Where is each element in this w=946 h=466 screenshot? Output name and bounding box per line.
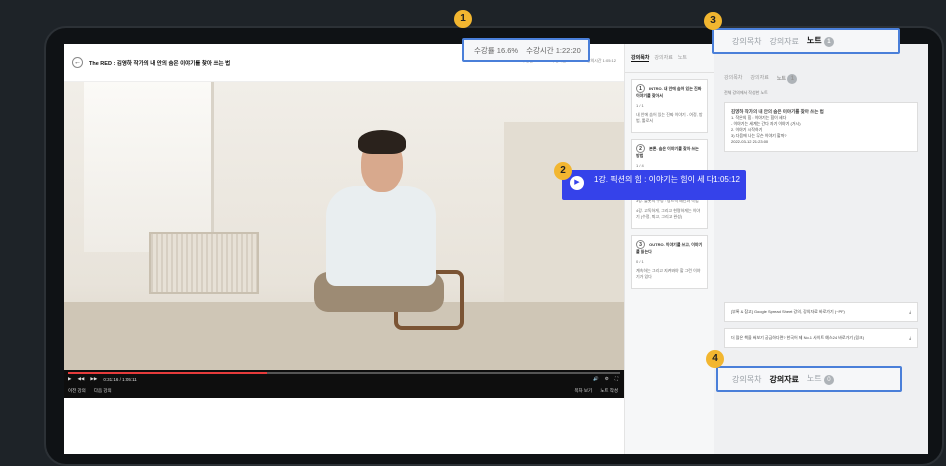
material-item[interactable]: [부록 & 참고] Google Spread Sheet 강의, 강의자료 바…	[724, 302, 918, 322]
callout4-tab-toc: 강의목차	[732, 374, 762, 384]
time-display: 0:31:16 / 1:05:11	[103, 376, 137, 382]
fullscreen-icon[interactable]: ⛶	[615, 376, 618, 382]
callout4-tab-materials: 강의자료	[769, 374, 799, 384]
lecture-item[interactable]: 계속하는 그리고 지켜봐야 할 그런 이야기가 있다	[636, 268, 703, 280]
speaker-body	[326, 186, 436, 286]
notes-count-badge: 1	[787, 74, 798, 84]
download-icon[interactable]: ⤓	[909, 309, 911, 315]
section-title: INTRO. 내 안에 숨어 있는 진짜 이야기를 찾아서	[636, 86, 702, 98]
panel-tabs: 강의목차 강의자료 노트	[625, 44, 714, 73]
note-date: 2022-03-12 21:23:00	[731, 139, 769, 144]
tab-materials[interactable]: 강의자료	[654, 54, 672, 62]
callout3-tab-materials: 강의자료	[769, 36, 799, 46]
prev-lecture-button[interactable]: 이전 강의	[68, 388, 86, 394]
write-note-button[interactable]: 노트 작성	[600, 388, 618, 394]
rewind-icon[interactable]: ◀◀	[77, 376, 84, 382]
next-lecture-button[interactable]: 다음 강의	[94, 388, 112, 394]
callout-badge-1: 1	[454, 10, 472, 28]
callout-badge-2: 2	[554, 162, 572, 180]
callout-progress-rate: 수강률 16.6%	[474, 45, 519, 55]
callout3-count-badge: 1	[823, 37, 834, 47]
tab-notes[interactable]: 노트	[678, 54, 687, 62]
toc-button[interactable]: 목차 보기	[574, 388, 592, 394]
volume-icon[interactable]: 🔊	[593, 376, 599, 382]
section-count: 1 / 4	[636, 163, 644, 168]
lecture-item[interactable]: 내 안에 숨어 있는 진짜 이야기 - 여정, 방법, 툴로서	[636, 112, 703, 124]
material-title: [부록 & 참고] Google Spread Sheet 강의, 강의자료 바…	[731, 309, 845, 314]
section-title: OUTRO. 이야기를 쓰고, 이야기를 읽는다	[636, 242, 703, 254]
section-title: 본론. 숨은 이야기를 찾아 쓰는 방법	[636, 146, 699, 158]
download-icon[interactable]: ⤓	[909, 335, 911, 341]
notes-panel: 강의목차 강의자료 노트 1 전체 강의에서 작성한 노트 김영하 작가의 내 …	[714, 44, 928, 454]
callout-study-time: 수강시간 1:22:20	[526, 45, 581, 55]
course-title: The RED : 김영하 작가의 내 안의 숨은 이야기를 찾아 쓰는 법	[89, 60, 231, 67]
callout-badge-3: 3	[704, 12, 722, 30]
callout-current-lecture: ▶ 1강. 픽션의 힘 : 이야기는 힘이 세 다 1:05:12	[562, 170, 746, 200]
callout-materials-tabs: 강의목차 강의자료 노트 0	[716, 366, 902, 392]
side-panel: 강의목차 강의자료 노트 1 INTRO. 내 안에 숨어 있는 진짜 이야기를…	[624, 44, 714, 454]
settings-icon[interactable]: ⚙	[605, 376, 609, 382]
lecture-item[interactable]: 4강. 고독하게, 그리고 현명하게는 이야기 (수정, 퇴고, 그리고 완성)	[636, 208, 703, 220]
section-3[interactable]: 3 OUTRO. 이야기를 쓰고, 이야기를 읽는다 0 / 1 계속하는 그리…	[631, 235, 708, 289]
back-icon[interactable]: ←	[72, 57, 83, 68]
callout-notes-tabs: 강의목차 강의자료 노트 1	[712, 28, 900, 54]
video-player[interactable]	[64, 82, 624, 370]
callout3-tab-toc: 강의목차	[732, 36, 762, 46]
callout4-count-badge: 0	[823, 375, 834, 385]
video-window	[84, 82, 214, 252]
tab-toc[interactable]: 강의목차	[631, 54, 650, 62]
progress-bar[interactable]	[68, 372, 620, 374]
material-title: 더 많은 책을 써보기 궁금하다면? 한국어 제 No.1 사이트 예스24 바…	[731, 335, 865, 340]
stat-lecture-time: 강의시간 1:05:12	[586, 58, 616, 63]
screen: ← The RED : 김영하 작가의 내 안의 숨은 이야기를 찾아 쓰는 법…	[64, 44, 928, 454]
material-item[interactable]: 더 많은 책을 써보기 궁금하다면? 한국어 제 No.1 사이트 예스24 바…	[724, 328, 918, 348]
section-count: 0 / 1	[636, 259, 644, 264]
video-floor	[64, 302, 624, 370]
section-number: 1	[636, 84, 645, 93]
section-1[interactable]: 1 INTRO. 내 안에 숨어 있는 진짜 이야기를 찾아서 1 / 1 내 …	[631, 79, 708, 133]
forward-icon[interactable]: ▶▶	[90, 376, 97, 382]
callout4-tab-notes: 노트 0	[807, 373, 834, 385]
callout-lecture-title: 1강. 픽션의 힘 : 이야기는 힘이 세 다	[594, 175, 715, 184]
notes-header: 전체 강의에서 작성한 노트	[724, 90, 768, 95]
note-title: 김영하 작가의 내 안의 숨은 이야기를 찾아 쓰는 법	[731, 109, 824, 114]
video-controls: ▶ ◀◀ ▶▶ 0:31:16 / 1:05:11 🔊 ⚙ ⛶ 이전 강의 다음…	[64, 370, 624, 398]
callout-lecture-time: 1:05:12	[713, 175, 740, 184]
play-icon[interactable]: ▶	[68, 376, 71, 382]
video-radiator	[149, 232, 259, 294]
note-card[interactable]: 김영하 작가의 내 안의 숨은 이야기를 찾아 쓰는 법 1. 작은의 힘 : …	[724, 102, 918, 152]
section-number: 3	[636, 240, 645, 249]
section-count: 1 / 1	[636, 103, 644, 108]
callout-progress: 수강률 16.6% 수강시간 1:22:20	[462, 38, 590, 62]
callout3-tab-notes: 노트 1	[807, 35, 834, 47]
notes-tab-notes[interactable]: 노트 1	[777, 74, 798, 84]
callout-badge-4: 4	[706, 350, 724, 368]
play-circle-icon: ▶	[570, 176, 584, 190]
section-number: 2	[636, 144, 645, 153]
speaker-hair	[358, 130, 406, 154]
notes-tab-materials[interactable]: 강의자료	[750, 74, 768, 84]
notes-tab-toc[interactable]: 강의목차	[724, 74, 742, 84]
